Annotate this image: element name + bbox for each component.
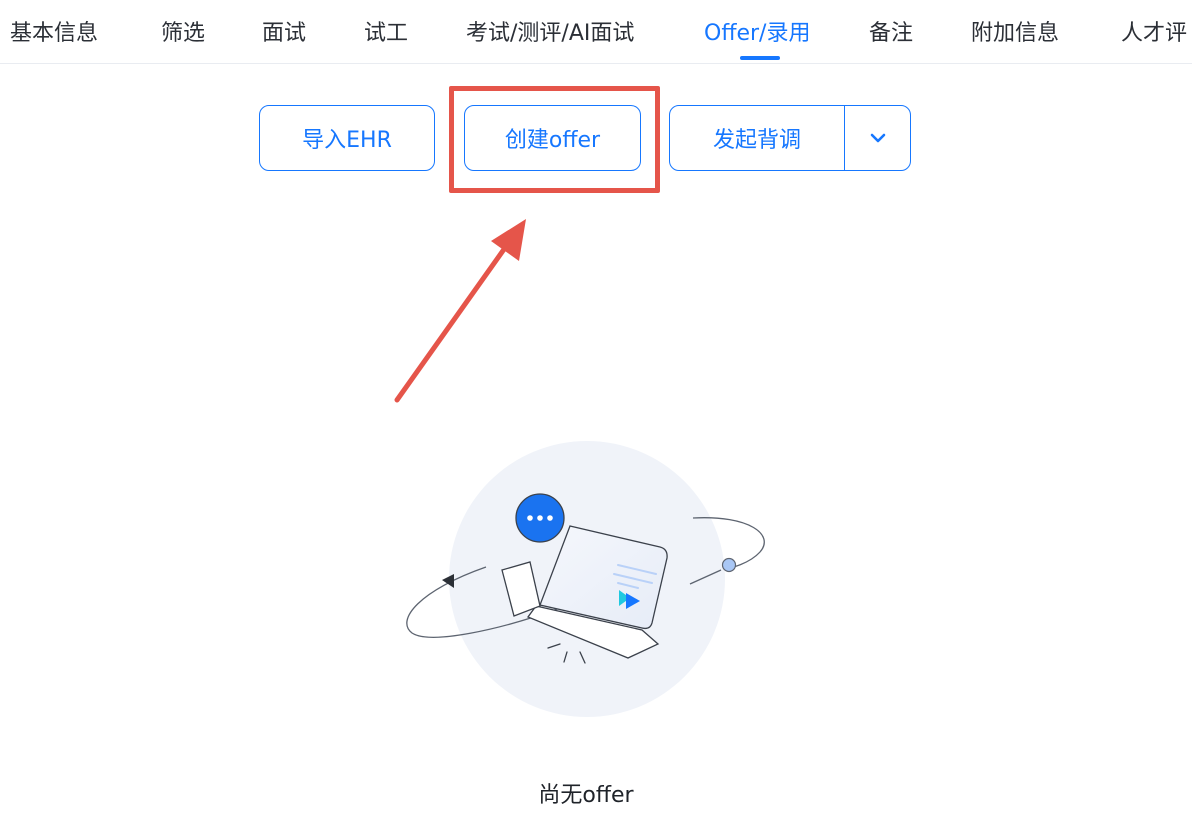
tab-additional-info[interactable]: 附加信息 xyxy=(971,18,1059,50)
tab-interview[interactable]: 面试 xyxy=(262,18,306,50)
tab-basic-info[interactable]: 基本信息 xyxy=(10,18,98,50)
tab-notes[interactable]: 备注 xyxy=(869,18,913,50)
tab-talent-review[interactable]: 人才评 xyxy=(1121,18,1187,50)
empty-state-message: 尚无offer xyxy=(538,783,634,808)
annotation-highlight-box xyxy=(449,86,660,193)
active-tab-indicator xyxy=(740,56,780,60)
tab-exam-assessment[interactable]: 考试/测评/AI面试 xyxy=(466,18,634,50)
background-check-dropdown-toggle[interactable] xyxy=(845,106,910,170)
empty-state-illustration xyxy=(406,441,765,717)
background-check-split-button: 发起背调 xyxy=(669,105,911,171)
tab-bar: 基本信息 筛选 面试 试工 考试/测评/AI面试 Offer/录用 备注 附加信… xyxy=(0,0,1192,64)
import-ehr-button[interactable]: 导入EHR xyxy=(259,105,435,171)
tab-offer[interactable]: Offer/录用 xyxy=(704,18,810,50)
tab-screening[interactable]: 筛选 xyxy=(161,18,205,50)
chevron-down-icon xyxy=(870,133,885,143)
background-check-button[interactable]: 发起背调 xyxy=(670,106,845,170)
tab-trial-work[interactable]: 试工 xyxy=(364,18,408,50)
